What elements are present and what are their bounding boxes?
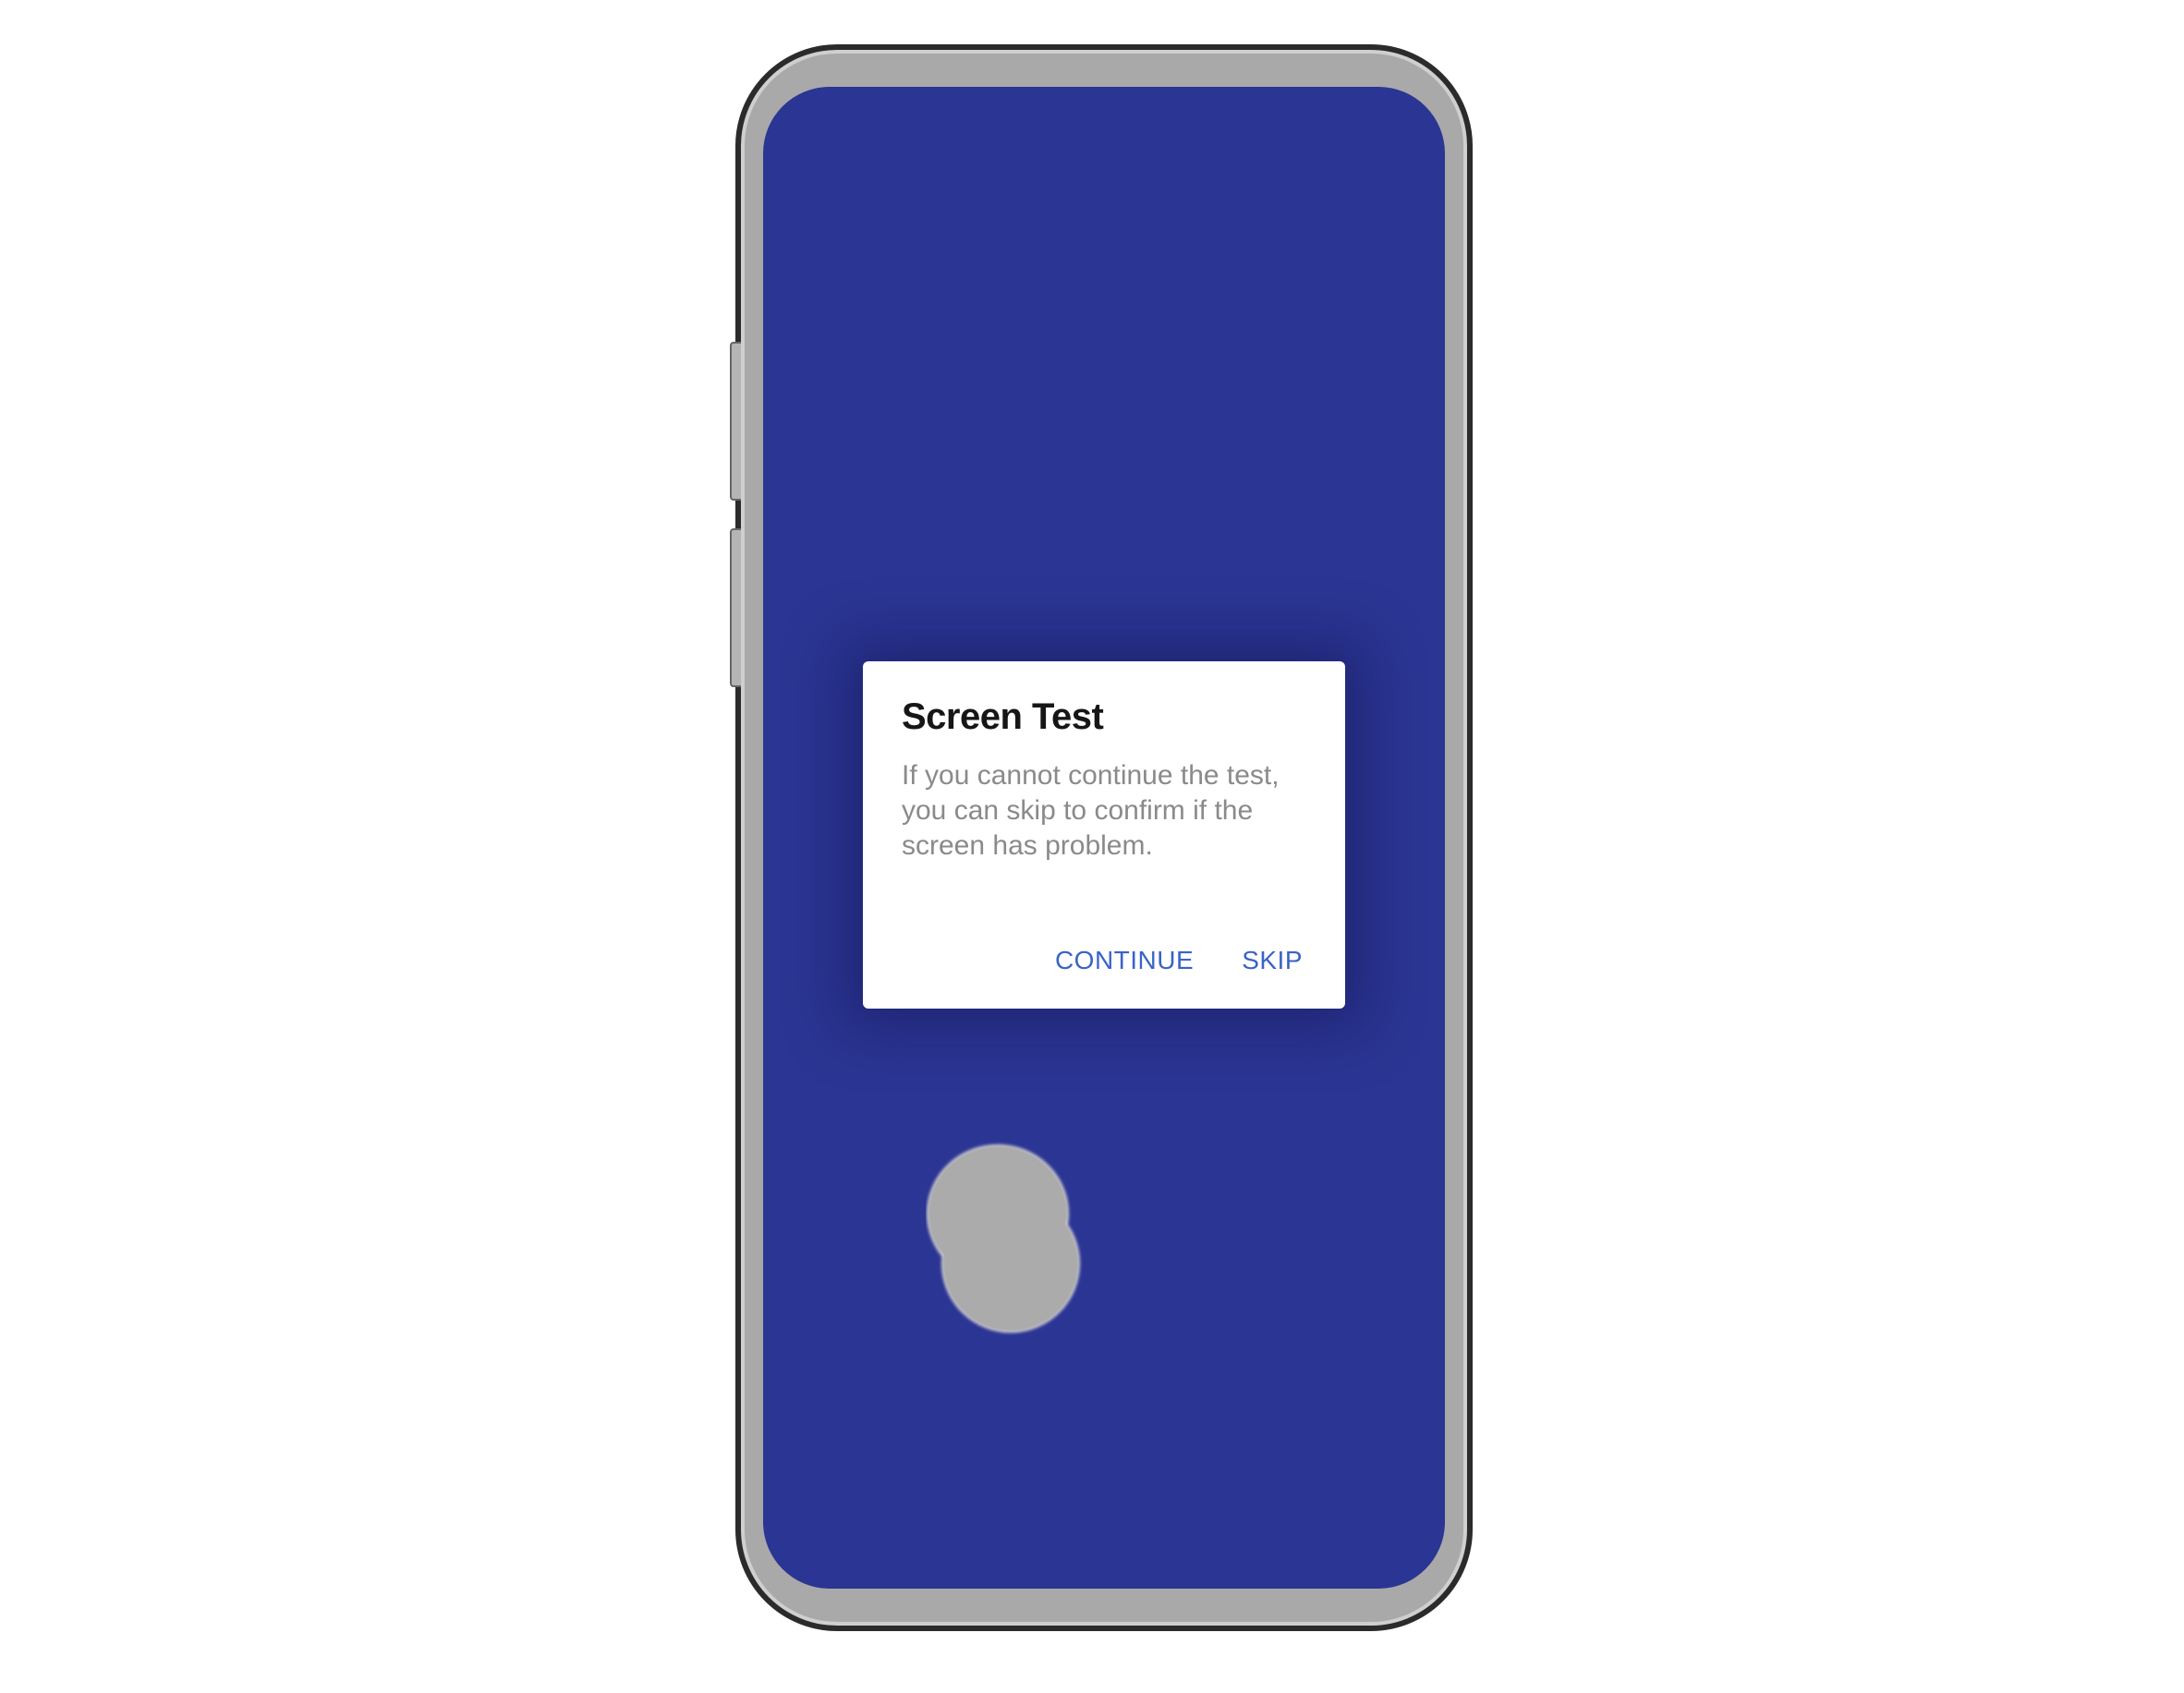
dialog-message: If you cannot continue the test, you can…	[902, 760, 1280, 861]
screen-test-dialog: Screen Test If you cannot continue the t…	[863, 661, 1345, 1009]
touch-mark-icon	[926, 1142, 1083, 1336]
dialog-title: Screen Test	[902, 696, 1104, 737]
dialog-actions: CONTINUE SKIP	[1055, 946, 1303, 975]
phone-frame: Screen Test If you cannot continue the t…	[730, 44, 1473, 1631]
volume-up-button	[730, 342, 741, 501]
stage: Screen Test If you cannot continue the t…	[0, 0, 2184, 1693]
continue-button[interactable]: CONTINUE	[1055, 946, 1194, 975]
phone-screen[interactable]: Screen Test If you cannot continue the t…	[763, 87, 1445, 1589]
skip-button[interactable]: SKIP	[1242, 946, 1303, 975]
volume-down-button	[730, 528, 741, 687]
touch-mark-shape	[927, 1144, 1080, 1333]
